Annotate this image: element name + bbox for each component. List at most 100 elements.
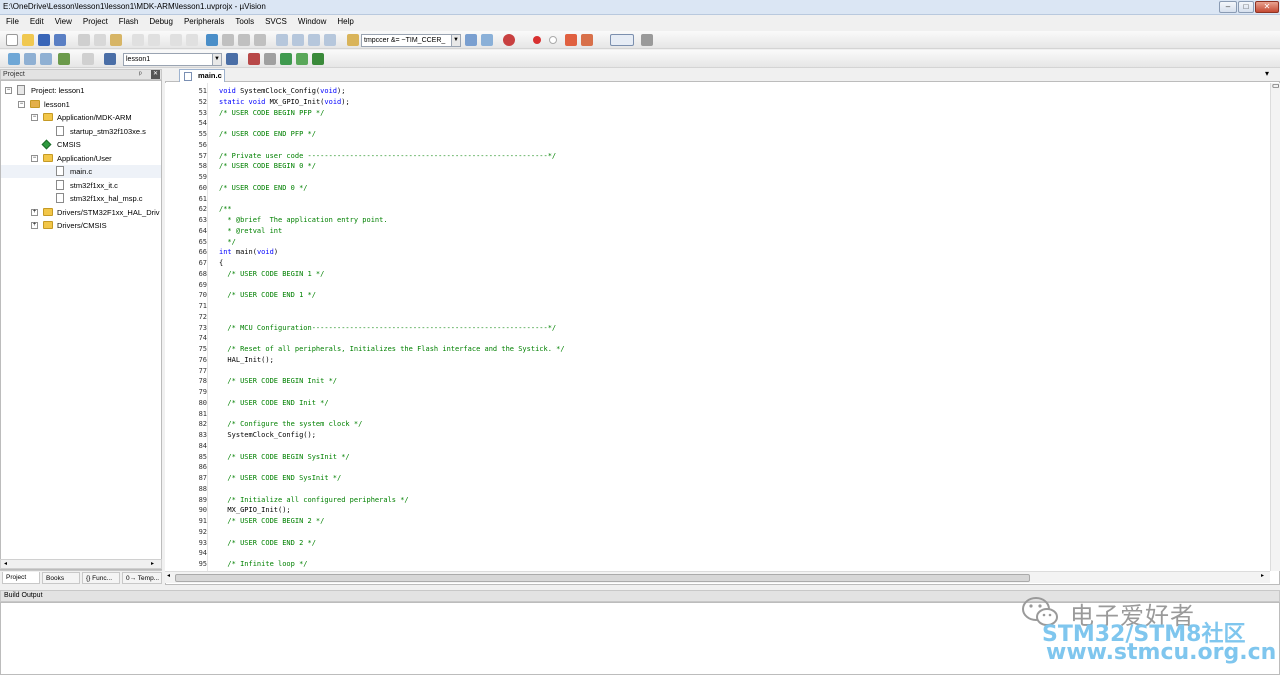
tree-item[interactable]: − Application/MDK-ARM bbox=[1, 111, 161, 124]
code-editor[interactable]: void SystemClock_Config(void); static voi… bbox=[209, 83, 1269, 571]
scroll-right-icon[interactable]: ▸ bbox=[1261, 572, 1264, 579]
project-tab-0[interactable]: Project bbox=[2, 572, 40, 584]
copy-icon[interactable] bbox=[94, 34, 106, 46]
close-pane-icon[interactable]: ✕ bbox=[151, 70, 160, 79]
chevron-down-icon[interactable]: ▼ bbox=[212, 54, 221, 65]
menu-project[interactable]: Project bbox=[77, 15, 113, 26]
tree-item[interactable]: stm32f1xx_it.c bbox=[1, 179, 161, 192]
collapse-icon[interactable]: − bbox=[31, 154, 38, 162]
menu-file[interactable]: File bbox=[0, 15, 24, 26]
nav-back-icon[interactable] bbox=[170, 34, 182, 46]
run-time-environment-icon[interactable] bbox=[312, 53, 324, 65]
download-icon[interactable] bbox=[104, 53, 116, 65]
expand-icon[interactable]: + bbox=[31, 222, 38, 229]
cut-icon[interactable] bbox=[78, 34, 90, 46]
breakpoint-icon[interactable] bbox=[533, 36, 541, 44]
tree-item[interactable]: + Drivers/STM32F1xx_HAL_Driv bbox=[1, 206, 161, 219]
manage-components-icon[interactable] bbox=[248, 53, 260, 65]
file-extensions-icon[interactable] bbox=[264, 53, 276, 65]
batch-build-icon[interactable] bbox=[58, 53, 70, 65]
comment-icon[interactable] bbox=[308, 34, 320, 46]
tab-main-c[interactable]: main.c bbox=[179, 69, 225, 82]
menu-help[interactable]: Help bbox=[331, 15, 358, 26]
tab-list-dropdown-icon[interactable]: ▾ bbox=[1265, 69, 1269, 78]
collapse-icon[interactable]: − bbox=[5, 87, 12, 94]
collapse-icon[interactable]: − bbox=[18, 100, 25, 108]
menu-view[interactable]: View bbox=[49, 15, 77, 26]
save-all-icon[interactable] bbox=[54, 34, 66, 46]
folder-icon bbox=[43, 153, 53, 162]
unindent-icon[interactable] bbox=[292, 34, 304, 46]
bookmark-icon[interactable] bbox=[206, 34, 218, 46]
scroll-left-icon[interactable]: ◂ bbox=[4, 560, 7, 567]
scroll-right-icon[interactable]: ▸ bbox=[151, 560, 154, 567]
kill-breakpoints-icon[interactable] bbox=[565, 34, 577, 46]
nav-forward-icon[interactable] bbox=[186, 34, 198, 46]
expand-icon[interactable]: + bbox=[31, 208, 38, 216]
menu-window[interactable]: Window bbox=[292, 15, 331, 26]
menu-tools[interactable]: Tools bbox=[229, 15, 259, 26]
save-icon[interactable] bbox=[38, 34, 50, 46]
menu-flash[interactable]: Flash bbox=[113, 15, 144, 26]
uncomment-icon[interactable] bbox=[324, 34, 336, 46]
new-file-icon[interactable] bbox=[6, 34, 18, 46]
project-tab-1[interactable]: Books bbox=[42, 572, 80, 584]
file-icon bbox=[56, 166, 64, 176]
project-tab-3[interactable]: 0→ Temp... bbox=[122, 572, 162, 584]
disable-all-breakpoints-icon[interactable] bbox=[581, 34, 593, 46]
tree-item[interactable]: − lesson1 bbox=[1, 98, 161, 111]
chevron-down-icon[interactable]: ▼ bbox=[451, 35, 460, 46]
paste-icon[interactable] bbox=[110, 34, 122, 46]
tree-item[interactable]: − Project: lesson1 bbox=[1, 84, 161, 97]
code-line: /* USER CODE END Init */ bbox=[219, 398, 329, 407]
translate-icon[interactable] bbox=[8, 53, 20, 65]
find-combo[interactable]: tmpccer &= ~TIM_CCER_ ▼ bbox=[361, 34, 461, 47]
stop-build-icon[interactable] bbox=[82, 53, 94, 65]
target-options-icon[interactable] bbox=[226, 53, 238, 65]
incremental-find-icon[interactable] bbox=[481, 34, 493, 46]
editor-hscrollbar[interactable]: ◂ ▸ bbox=[165, 571, 1270, 583]
select-packs-icon[interactable] bbox=[296, 53, 308, 65]
folder-icon bbox=[43, 207, 53, 216]
pin-icon[interactable]: ᵖ bbox=[139, 70, 142, 79]
hscroll-thumb[interactable] bbox=[175, 574, 1030, 582]
tree-item[interactable]: stm32f1xx_hal_msp.c bbox=[1, 192, 161, 205]
tree-item[interactable]: startup_stm32f103xe.s bbox=[1, 125, 161, 138]
disable-breakpoint-icon[interactable] bbox=[549, 36, 557, 44]
redo-icon[interactable] bbox=[148, 34, 160, 46]
collapse-icon[interactable]: − bbox=[31, 114, 38, 121]
tree-item[interactable]: main.c bbox=[1, 165, 161, 178]
line-number: 61 bbox=[198, 194, 207, 203]
project-tab-2[interactable]: {} Func... bbox=[82, 572, 120, 584]
pack-installer-icon[interactable] bbox=[280, 53, 292, 65]
find-icon[interactable] bbox=[465, 34, 477, 46]
undo-icon[interactable] bbox=[132, 34, 144, 46]
minimize-button[interactable]: – bbox=[1219, 1, 1237, 13]
clear-bookmarks-icon[interactable] bbox=[254, 34, 266, 46]
debug-session-icon[interactable] bbox=[503, 34, 515, 46]
menu-peripherals[interactable]: Peripherals bbox=[178, 15, 229, 26]
next-bookmark-icon[interactable] bbox=[238, 34, 250, 46]
indent-icon[interactable] bbox=[276, 34, 288, 46]
menu-edit[interactable]: Edit bbox=[24, 15, 49, 26]
tree-item[interactable]: + Drivers/CMSIS bbox=[1, 219, 161, 232]
prev-bookmark-icon[interactable] bbox=[222, 34, 234, 46]
find-in-files-icon[interactable] bbox=[347, 34, 359, 46]
editor-vscrollbar[interactable]: ▭ bbox=[1270, 81, 1280, 571]
split-handle-icon[interactable]: ▭ bbox=[1272, 81, 1280, 90]
configure-icon[interactable] bbox=[641, 34, 653, 46]
target-select[interactable]: lesson1 ▼ bbox=[123, 53, 222, 66]
menu-debug[interactable]: Debug bbox=[143, 15, 178, 26]
scroll-left-icon[interactable]: ◂ bbox=[167, 572, 170, 579]
tree-item[interactable]: − Application/User bbox=[1, 152, 161, 165]
close-button[interactable]: ✕ bbox=[1255, 1, 1279, 13]
build-icon[interactable] bbox=[24, 53, 36, 65]
window-layout-icon[interactable] bbox=[610, 34, 634, 46]
tree-item[interactable]: CMSIS bbox=[1, 138, 161, 151]
open-file-icon[interactable] bbox=[22, 34, 34, 46]
line-number: 88 bbox=[198, 484, 207, 493]
project-hscrollbar[interactable]: ◂ ▸ bbox=[0, 559, 162, 569]
menu-svcs[interactable]: SVCS bbox=[259, 15, 292, 26]
rebuild-icon[interactable] bbox=[40, 53, 52, 65]
maximize-button[interactable]: □ bbox=[1238, 1, 1254, 13]
